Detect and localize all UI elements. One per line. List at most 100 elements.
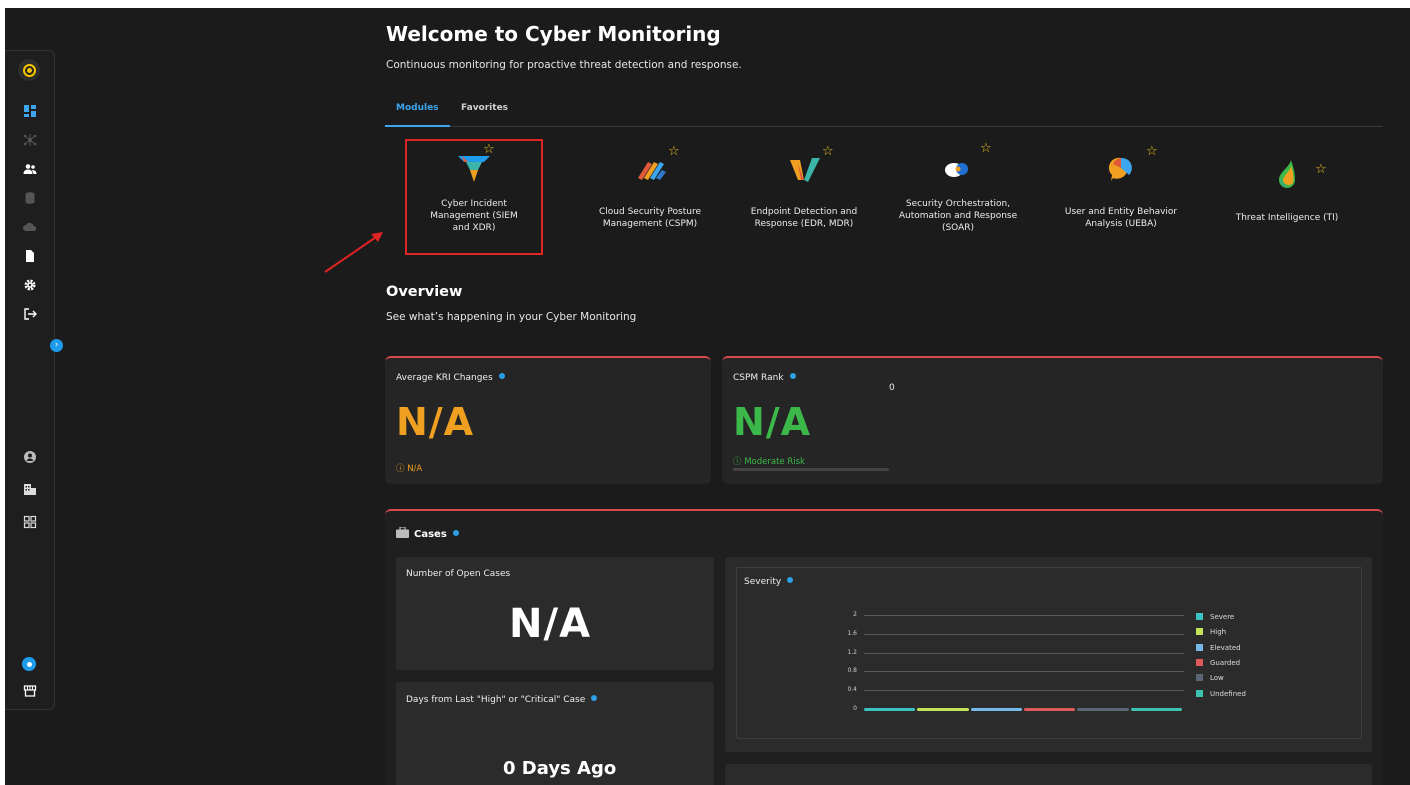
kri-value: N/A	[396, 400, 475, 444]
series-line-undefined	[1130, 708, 1182, 711]
series-line-guarded	[1024, 708, 1076, 711]
module-label: Cloud Security Posture Management (CSPM)	[599, 207, 701, 229]
legend-item[interactable]: Low	[1196, 674, 1224, 682]
app-window: › Welcome to Cyber Monitoring Continuous…	[5, 8, 1410, 785]
open-cases-value: N/A	[509, 601, 592, 647]
threat-intelligence-icon	[1279, 160, 1295, 188]
organization-icon[interactable]	[22, 481, 38, 497]
favorite-star-icon[interactable]: ☆	[822, 144, 834, 159]
legend-item[interactable]: Elevated	[1196, 643, 1241, 652]
module-label: User and Entity Behavior Analysis (UEBA)	[1064, 207, 1178, 229]
severity-panel: Severity 2 1.6 1.2 0.8 0.4 0 Severe High Elevate…	[725, 557, 1372, 752]
days-since-panel: Days from Last "High" or "Critical" Case…	[396, 682, 714, 785]
kri-card-title: Average KRI Changes	[396, 373, 505, 383]
days-since-title: Days from Last "High" or "Critical" Case	[406, 695, 598, 705]
series-line-low	[1077, 708, 1129, 711]
kri-card: Average KRI Changes N/A ⓘ N/A	[385, 356, 711, 484]
legend-swatch	[1196, 628, 1203, 636]
tab-favorites[interactable]: Favorites	[461, 103, 508, 127]
grid-line	[864, 652, 1184, 654]
info-icon[interactable]	[591, 695, 598, 701]
series-line-elevated	[970, 708, 1022, 711]
briefcase-icon	[396, 526, 409, 538]
info-icon[interactable]	[452, 530, 459, 536]
y-tick-label: 1.6	[847, 629, 857, 637]
annotation-arrow	[324, 232, 383, 273]
cspm-note: ⓘ Moderate Risk	[733, 457, 805, 467]
module-highlight-box	[405, 139, 543, 255]
favorite-star-icon[interactable]: ☆	[668, 144, 680, 159]
module-ueba[interactable]: ☆ User and Entity Behavior Analysis (UEB…	[1051, 142, 1191, 252]
tab-bar: Modules Favorites	[385, 103, 1383, 127]
edr-mdr-icon	[790, 158, 820, 182]
module-threat-intelligence[interactable]: ☆ Threat Intelligence (TI)	[1217, 142, 1357, 252]
grid-line	[864, 615, 1184, 616]
user-account-icon[interactable]	[22, 449, 38, 465]
y-tick-label: 0.8	[847, 667, 857, 675]
sidebar-expand-button[interactable]: ›	[50, 339, 63, 352]
grid-line	[864, 671, 1184, 673]
users-icon[interactable]	[22, 161, 38, 177]
legend-label: Elevated	[1210, 643, 1241, 652]
overview-subtitle: See what’s happening in your Cyber Monit…	[386, 311, 637, 323]
open-cases-title: Number of Open Cases	[406, 569, 511, 579]
app-logo-icon[interactable]	[18, 59, 40, 81]
legend-item[interactable]: Undefined	[1196, 689, 1246, 698]
page-title: Welcome to Cyber Monitoring	[386, 22, 721, 46]
document-icon[interactable]	[22, 248, 38, 264]
apps-grid-icon[interactable]	[22, 514, 38, 530]
module-label: Endpoint Detection and Response (EDR, MD…	[750, 207, 858, 229]
page-subtitle: Continuous monitoring for proactive thre…	[386, 59, 742, 71]
chat-icon[interactable]	[22, 657, 36, 671]
database-icon[interactable]	[22, 190, 38, 206]
cspm-icon	[638, 162, 666, 180]
legend-item[interactable]: High	[1196, 628, 1226, 636]
cspm-rank-card: CSPM Rank 0 N/A ⓘ Moderate Risk	[722, 356, 1383, 484]
overview-title: Overview	[386, 284, 463, 300]
store-icon[interactable]	[22, 683, 38, 699]
module-soar[interactable]: ☆ Security Orchestration, Automation and…	[888, 141, 1028, 252]
soar-icon	[945, 163, 968, 177]
tab-modules[interactable]: Modules	[385, 103, 450, 127]
legend-swatch	[1196, 689, 1203, 697]
favorite-star-icon[interactable]: ☆	[1315, 162, 1327, 177]
legend-label: Low	[1210, 674, 1224, 683]
info-icon[interactable]	[787, 577, 794, 583]
severity-chart-title: Severity	[744, 577, 794, 587]
series-line-high	[917, 708, 969, 711]
legend-swatch	[1196, 643, 1203, 651]
cspm-zero-label: 0	[889, 383, 895, 393]
secondary-panel	[725, 764, 1372, 785]
favorite-star-icon[interactable]: ☆	[1146, 144, 1158, 159]
info-icon[interactable]	[498, 373, 505, 379]
cloud-icon[interactable]	[22, 219, 38, 235]
y-tick-label: 1.2	[847, 648, 857, 656]
info-icon[interactable]	[789, 373, 796, 379]
favorite-star-icon[interactable]: ☆	[980, 141, 992, 156]
module-cspm[interactable]: ☆ Cloud Security Posture Management (CSP…	[580, 142, 720, 252]
cspm-value: N/A	[733, 400, 812, 444]
days-since-value: 0 Days Ago	[503, 758, 617, 779]
legend-item[interactable]: Severe	[1196, 613, 1234, 621]
info-circle-icon: ⓘ	[396, 464, 408, 474]
open-cases-panel: Number of Open Cases N/A	[396, 557, 714, 670]
legend-swatch	[1196, 658, 1203, 666]
module-edr-mdr[interactable]: ☆ Endpoint Detection and Response (EDR, …	[734, 142, 874, 252]
network-icon[interactable]	[22, 132, 38, 148]
dashboard-icon[interactable]	[22, 103, 38, 119]
cspm-progress-bar	[733, 468, 889, 471]
logout-icon[interactable]	[22, 306, 38, 322]
module-label: Security Orchestration, Automation and R…	[898, 199, 1018, 233]
ueba-icon	[1108, 157, 1132, 181]
settings-icon[interactable]	[22, 277, 38, 293]
y-tick-label: 0.4	[847, 686, 857, 694]
legend-item[interactable]: Guarded	[1196, 658, 1240, 667]
cases-section: Cases Number of Open Cases N/A Days from…	[385, 509, 1383, 785]
legend-label: Severe	[1210, 613, 1235, 621]
grid-line	[864, 633, 1184, 635]
legend-swatch	[1196, 613, 1203, 620]
series-line-severe	[864, 708, 916, 711]
legend-label: Undefined	[1210, 689, 1246, 698]
legend-label: High	[1210, 628, 1227, 637]
cases-title: Cases	[396, 526, 459, 540]
